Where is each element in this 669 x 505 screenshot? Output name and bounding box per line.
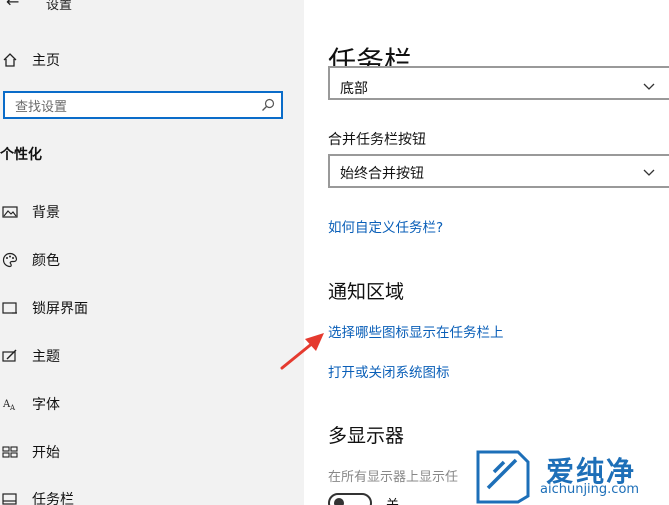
search-box[interactable] xyxy=(3,91,283,119)
customize-taskbar-link[interactable]: 如何自定义任务栏? xyxy=(328,216,443,236)
dropdown-value: 底部 xyxy=(340,81,368,97)
palette-icon xyxy=(0,250,20,270)
taskbar-icon xyxy=(0,489,20,505)
search-icon[interactable] xyxy=(261,98,275,112)
home-icon xyxy=(0,50,20,70)
multiple-displays-heading: 多显示器 xyxy=(328,425,405,447)
theme-icon xyxy=(0,346,20,366)
sidebar: ← 设置 主页 个性化 背景 颜色 锁屏界面 主题 xyxy=(0,0,304,505)
svg-text:A: A xyxy=(9,404,16,412)
chevron-down-icon xyxy=(643,83,655,90)
sidebar-item-label: 任务栏 xyxy=(32,492,74,505)
sidebar-item-label: 字体 xyxy=(32,397,60,413)
combine-buttons-label: 合并任务栏按钮 xyxy=(328,132,426,148)
font-icon: AA xyxy=(0,394,20,414)
toggle-knob xyxy=(334,498,344,505)
start-icon xyxy=(0,442,20,462)
select-icons-link[interactable]: 选择哪些图标显示在任务栏上 xyxy=(328,321,504,341)
lock-screen-icon xyxy=(0,298,20,318)
system-icons-link[interactable]: 打开或关闭系统图标 xyxy=(328,361,450,381)
sidebar-item-label: 开始 xyxy=(32,445,60,461)
taskbar-position-dropdown[interactable]: 底部 xyxy=(328,66,669,100)
multi-display-toggle[interactable] xyxy=(328,493,372,505)
main-content: 任务栏 底部 合并任务栏按钮 始终合并按钮 如何自定义任务栏? 通知区域 选择哪… xyxy=(304,0,669,505)
app-title: 设置 xyxy=(46,0,73,13)
sidebar-item-label: 锁屏界面 xyxy=(32,301,88,317)
picture-icon xyxy=(0,202,20,222)
red-annotation-arrow-icon xyxy=(280,333,324,370)
multi-display-description: 在所有显示器上显示任 xyxy=(328,470,459,485)
sidebar-item-label: 背景 xyxy=(32,205,60,221)
combine-buttons-dropdown[interactable]: 始终合并按钮 xyxy=(328,154,669,188)
search-input[interactable] xyxy=(13,96,257,118)
watermark-url: aichunjing.com xyxy=(540,482,640,497)
notification-area-heading: 通知区域 xyxy=(328,281,405,303)
back-arrow-icon[interactable]: ← xyxy=(6,0,19,11)
chevron-down-icon xyxy=(643,169,655,176)
sidebar-item-label: 主题 xyxy=(32,349,60,365)
section-heading: 个性化 xyxy=(0,147,42,163)
sidebar-item-label: 颜色 xyxy=(32,253,60,269)
dropdown-value: 始终合并按钮 xyxy=(340,166,424,182)
toggle-state-label: 关 xyxy=(386,494,399,505)
sidebar-item-label: 主页 xyxy=(32,53,60,69)
